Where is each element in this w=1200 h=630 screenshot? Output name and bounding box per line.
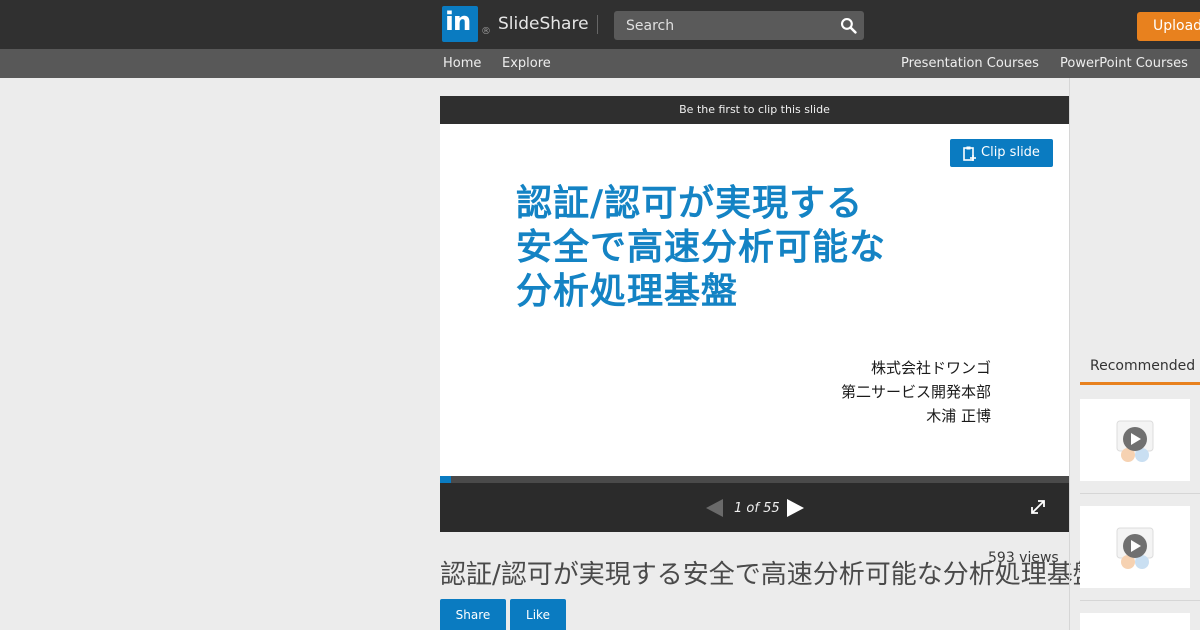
player-controls: 1 of 55	[440, 483, 1069, 532]
sub-navigation: Home Explore Presentation Courses PowerP…	[0, 49, 1200, 78]
nav-home[interactable]: Home	[443, 56, 481, 71]
search-input[interactable]	[614, 11, 834, 40]
brand-name[interactable]: SlideShare	[498, 14, 589, 34]
clip-banner: Be the first to clip this slide	[440, 96, 1069, 124]
header-divider	[597, 15, 598, 34]
sidebar-divider	[1069, 78, 1070, 630]
nav-powerpoint-courses[interactable]: PowerPoint Courses	[1060, 56, 1188, 71]
presentation-title: 認証/認可が実現する安全で高速分析可能な分析処理基盤	[440, 560, 1099, 590]
search-box	[614, 11, 864, 40]
recommended-item-thumbnail[interactable]	[1080, 613, 1190, 630]
nav-explore[interactable]: Explore	[502, 56, 551, 71]
fullscreen-icon[interactable]	[1029, 498, 1047, 516]
video-play-icon	[1116, 420, 1154, 462]
video-play-icon	[1116, 527, 1154, 569]
recommended-item-thumbnail[interactable]	[1080, 399, 1190, 481]
slide-title-line: 分析処理基盤	[516, 271, 739, 312]
slide-author-block: 株式会社ドワンゴ 第二サービス開発本部 木浦 正博	[841, 356, 991, 428]
slide-author-line: 第二サービス開発本部	[840, 383, 991, 401]
slide-progress-bar[interactable]	[440, 476, 1069, 483]
clip-slide-button[interactable]: Clip slide	[950, 139, 1053, 167]
clip-slide-label: Clip slide	[981, 145, 1040, 160]
nav-presentation-courses[interactable]: Presentation Courses	[901, 56, 1039, 71]
slide-title: 認証/認可が実現する 安全で高速分析可能な 分析処理基盤	[516, 182, 886, 314]
slide-progress-fill	[440, 476, 452, 483]
slide-title-line: 安全で高速分析可能な	[516, 227, 887, 268]
recommended-item-thumbnail[interactable]	[1080, 506, 1190, 588]
clipboard-add-icon	[963, 146, 976, 161]
top-header: in ® SlideShare Upload	[0, 0, 1200, 49]
recommended-separator	[1080, 600, 1200, 601]
page-indicator: 1 of 55	[734, 501, 780, 516]
logo-text: in	[445, 7, 471, 37]
slide-title-line: 認証/認可が実現する	[516, 183, 864, 224]
next-slide-icon[interactable]	[784, 497, 806, 519]
slide-viewer[interactable]: Clip slide 認証/認可が実現する 安全で高速分析可能な 分析処理基盤 …	[440, 124, 1069, 476]
linkedin-logo-icon[interactable]: in	[442, 6, 478, 42]
slide-author-line: 株式会社ドワンゴ	[870, 359, 991, 377]
search-icon[interactable]	[840, 17, 857, 34]
previous-slide-icon[interactable]	[704, 497, 726, 519]
like-button[interactable]: Like	[510, 599, 566, 630]
recommended-heading[interactable]: Recommended	[1090, 358, 1195, 374]
share-button[interactable]: Share	[440, 599, 506, 630]
registered-mark: ®	[481, 26, 491, 37]
upload-button[interactable]: Upload	[1137, 12, 1200, 41]
recommended-underline	[1080, 382, 1200, 385]
recommended-separator	[1080, 493, 1200, 494]
slide-author-line: 木浦 正博	[926, 407, 991, 425]
